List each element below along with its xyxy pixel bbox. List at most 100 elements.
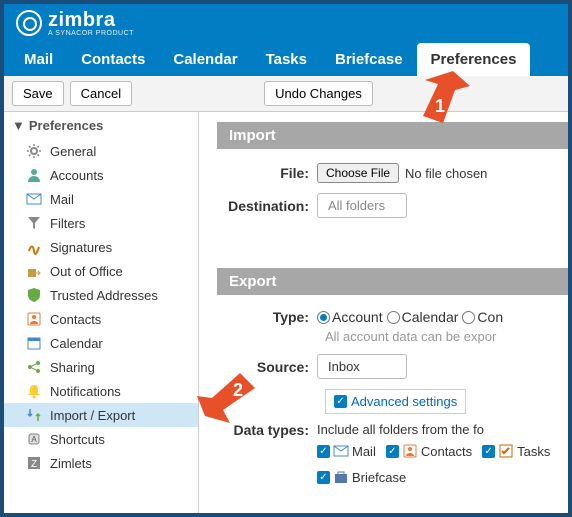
sidebar-item-label: Mail — [50, 192, 74, 207]
sidebar-item-signatures[interactable]: Signatures — [4, 235, 198, 259]
out-icon — [26, 263, 42, 279]
source-select[interactable]: Inbox — [317, 354, 407, 379]
app-header: zimbra A SYNACOR PRODUCT — [4, 4, 568, 42]
import-section-head: Import — [217, 122, 568, 149]
sidebar-item-mail[interactable]: Mail — [4, 187, 198, 211]
logo: zimbra A SYNACOR PRODUCT — [16, 9, 134, 37]
sidebar-item-contacts[interactable]: Contacts — [4, 307, 198, 331]
sidebar-item-trusted-addresses[interactable]: Trusted Addresses — [4, 283, 198, 307]
tab-contacts[interactable]: Contacts — [67, 43, 159, 76]
main-tabs: Mail Contacts Calendar Tasks Briefcase P… — [4, 42, 568, 76]
sidebar-item-label: General — [50, 144, 96, 159]
sidebar-head[interactable]: ▼ Preferences — [4, 112, 198, 139]
sidebar-item-general[interactable]: General — [4, 139, 198, 163]
type-radio-calendar[interactable]: Calendar — [387, 309, 459, 325]
gear-icon — [26, 143, 42, 159]
sidebar-item-calendar[interactable]: Calendar — [4, 331, 198, 355]
type-label: Briefcase — [352, 470, 406, 485]
radio-label: Account — [332, 309, 383, 325]
sidebar-item-accounts[interactable]: Accounts — [4, 163, 198, 187]
logo-subtitle: A SYNACOR PRODUCT — [48, 30, 134, 37]
check-icon: ✓ — [386, 445, 399, 458]
type-radio-group: Account Calendar Con — [317, 309, 503, 325]
sidebar-item-import-export[interactable]: Import / Export — [4, 403, 198, 427]
type-label: Mail — [352, 444, 376, 459]
sign-icon — [26, 239, 42, 255]
check-icon: ✓ — [317, 445, 330, 458]
tab-calendar[interactable]: Calendar — [159, 43, 251, 76]
sidebar-item-out-of-office[interactable]: Out of Office — [4, 259, 198, 283]
annotation-arrow-1: 1 — [405, 68, 475, 128]
contact-icon — [26, 311, 42, 327]
svg-text:Z: Z — [31, 459, 37, 470]
no-file-text: No file chosen — [405, 166, 487, 181]
sidebar-item-label: Import / Export — [50, 408, 135, 423]
sidebar-item-filters[interactable]: Filters — [4, 211, 198, 235]
share-icon — [26, 359, 42, 375]
sidebar-title: Preferences — [29, 118, 103, 133]
check-icon: ✓ — [317, 471, 330, 484]
type-hint: All account data can be expor — [325, 329, 568, 344]
sidebar-item-sharing[interactable]: Sharing — [4, 355, 198, 379]
impexp-icon — [26, 407, 42, 423]
cal-icon — [26, 335, 42, 351]
sidebar-item-label: Sharing — [50, 360, 95, 375]
export-section-head: Export — [217, 268, 568, 295]
radio-label: Calendar — [402, 309, 459, 325]
choose-file-button[interactable]: Choose File — [317, 163, 399, 183]
sidebar: ▼ Preferences General Accounts Mail Filters… — [4, 112, 199, 513]
mail-icon — [26, 191, 42, 207]
type-radio-con[interactable]: Con — [462, 309, 503, 325]
sidebar-item-shortcuts[interactable]: A Shortcuts — [4, 427, 198, 451]
check-icon: ✓ — [334, 395, 347, 408]
content-pane: Import File: Choose File No file chosen … — [199, 112, 568, 513]
destination-label: Destination: — [217, 198, 317, 214]
data-type-mail[interactable]: ✓ Mail — [317, 443, 376, 459]
svg-text:A: A — [31, 435, 37, 444]
type-label: Type: — [217, 309, 317, 325]
save-button[interactable]: Save — [12, 81, 64, 106]
annotation-num-2: 2 — [233, 380, 243, 401]
sidebar-item-label: Out of Office — [50, 264, 123, 279]
sidebar-item-label: Accounts — [50, 168, 103, 183]
mail-icon — [333, 443, 349, 459]
advanced-settings-checkbox[interactable]: ✓ Advanced settings — [325, 389, 466, 414]
key-icon: A — [26, 431, 42, 447]
bell-icon — [26, 383, 42, 399]
advanced-label: Advanced settings — [351, 394, 457, 409]
annotation-num-1: 1 — [435, 96, 445, 117]
task-icon — [498, 443, 514, 459]
sidebar-item-notifications[interactable]: Notifications — [4, 379, 198, 403]
tab-mail[interactable]: Mail — [10, 43, 67, 76]
sidebar-item-label: Filters — [50, 216, 85, 231]
filter-icon — [26, 215, 42, 231]
data-types-list: ✓ Mail ✓ Contacts ✓ Tasks ✓ Briefcase — [317, 443, 568, 485]
type-radio-account[interactable]: Account — [317, 309, 383, 325]
data-types-hint: Include all folders from the fo — [317, 422, 568, 437]
sidebar-item-label: Contacts — [50, 312, 101, 327]
undo-changes-button[interactable]: Undo Changes — [264, 81, 373, 106]
destination-select[interactable]: All folders — [317, 193, 407, 218]
data-type-briefcase[interactable]: ✓ Briefcase — [317, 469, 406, 485]
sidebar-item-label: Zimlets — [50, 456, 92, 471]
sidebar-item-zimlets[interactable]: Z Zimlets — [4, 451, 198, 475]
collapse-icon: ▼ — [12, 118, 25, 133]
data-type-tasks[interactable]: ✓ Tasks — [482, 443, 550, 459]
annotation-arrow-2: 2 — [195, 368, 265, 428]
tab-tasks[interactable]: Tasks — [252, 43, 321, 76]
logo-text: zimbra — [48, 9, 115, 31]
data-type-contacts[interactable]: ✓ Contacts — [386, 443, 472, 459]
type-label: Contacts — [421, 444, 472, 459]
type-label: Tasks — [517, 444, 550, 459]
contact-icon — [402, 443, 418, 459]
cancel-button[interactable]: Cancel — [70, 81, 132, 106]
sidebar-item-label: Shortcuts — [50, 432, 105, 447]
zim-icon: Z — [26, 455, 42, 471]
brief-icon — [333, 469, 349, 485]
sidebar-item-label: Trusted Addresses — [50, 288, 158, 303]
user-icon — [26, 167, 42, 183]
tab-briefcase[interactable]: Briefcase — [321, 43, 417, 76]
radio-label: Con — [477, 309, 503, 325]
check-icon: ✓ — [482, 445, 495, 458]
file-label: File: — [217, 165, 317, 181]
